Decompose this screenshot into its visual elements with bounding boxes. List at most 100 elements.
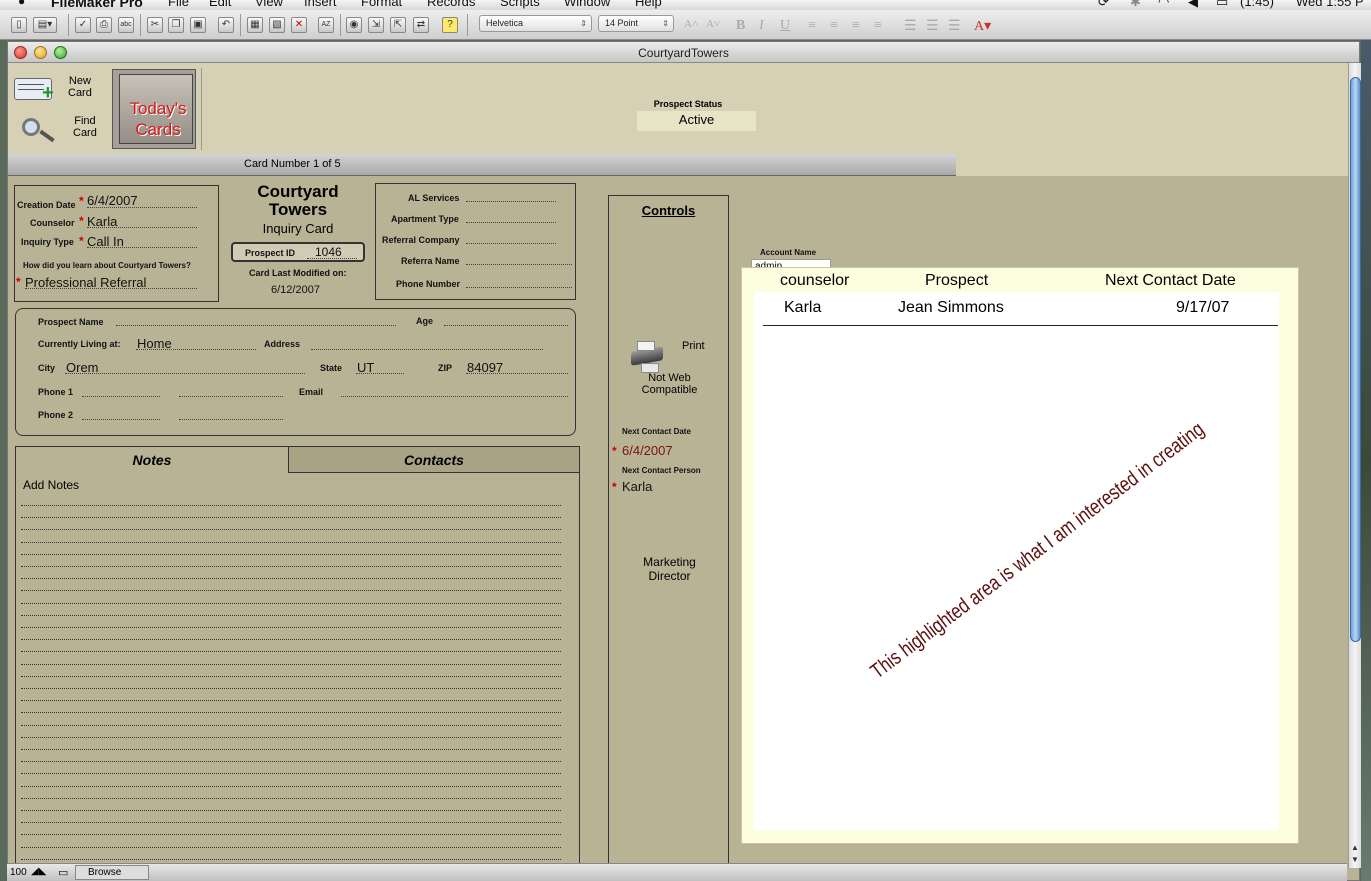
phone1-ext-field[interactable]: [179, 396, 283, 397]
zoom-icon[interactable]: ◢◣: [31, 866, 46, 877]
referral-company-field[interactable]: [466, 243, 556, 244]
creation-date-value[interactable]: 6/4/2007: [87, 193, 138, 208]
volume-icon[interactable]: ◀: [1188, 0, 1198, 10]
import-icon[interactable]: ⇲: [368, 17, 384, 33]
phone-number-field[interactable]: [466, 287, 572, 288]
prospect-id-field[interactable]: Prospect ID 1046: [231, 242, 365, 262]
app-menu[interactable]: FileMaker Pro: [51, 0, 143, 10]
menu-help[interactable]: Help: [635, 0, 662, 9]
mode-popup[interactable]: Browse: [75, 865, 149, 880]
new-card-icon[interactable]: +: [14, 76, 58, 103]
align-right-icon[interactable]: ≡: [852, 18, 860, 34]
bluetooth-icon[interactable]: ✱: [1130, 0, 1141, 10]
justify-icon[interactable]: ≡: [874, 18, 882, 34]
notes-rule-line: [21, 834, 561, 835]
menu-format[interactable]: Format: [361, 0, 402, 9]
copy-icon[interactable]: ❐: [168, 17, 184, 33]
numbered-list-icon[interactable]: ☰: [926, 18, 939, 35]
scrollbar-thumb[interactable]: [1350, 77, 1361, 642]
delete-record-icon[interactable]: ✕: [291, 17, 307, 33]
font-larger-icon[interactable]: A˄: [684, 18, 698, 30]
font-select[interactable]: Helvetica ⇕: [479, 15, 592, 32]
underline-icon[interactable]: U: [780, 18, 790, 34]
scroll-down-icon[interactable]: ▼: [1351, 855, 1359, 864]
learn-about-label: How did you learn about Courtyard Towers…: [23, 261, 191, 270]
zoom-level[interactable]: 100: [10, 867, 27, 878]
phone2-ext-field[interactable]: [179, 419, 283, 420]
new-record-icon[interactable]: ▦: [247, 17, 263, 33]
mode-label: Browse: [88, 867, 122, 878]
apartment-type-field[interactable]: [466, 222, 556, 223]
checkmark-icon[interactable]: ✓: [75, 17, 91, 33]
size-select[interactable]: 14 Point ⇕: [598, 15, 674, 32]
todays-cards-button[interactable]: Today's Cards: [112, 69, 196, 149]
referral-name-field[interactable]: [466, 264, 572, 265]
notes-rule-line: [21, 822, 561, 823]
duplicate-record-icon[interactable]: ▧: [269, 17, 285, 33]
spellcheck-icon[interactable]: abc: [118, 17, 134, 33]
menu-scripts[interactable]: Scripts: [500, 0, 540, 9]
menu-clock[interactable]: Wed 1:55 P: [1296, 0, 1364, 9]
find-card-icon[interactable]: [20, 116, 62, 143]
portal-row[interactable]: Karla Jean Simmons 9/17/07: [763, 297, 1278, 326]
print-icon[interactable]: ⎙: [96, 17, 112, 33]
find-icon[interactable]: ◉: [346, 17, 362, 33]
required-star-icon: *: [79, 214, 84, 228]
align-center-icon[interactable]: ≡: [830, 18, 838, 34]
share-icon[interactable]: ⇄: [413, 17, 429, 33]
menu-records[interactable]: Records: [427, 0, 475, 9]
find-card-button[interactable]: Find Card: [73, 115, 97, 139]
al-services-field[interactable]: [466, 201, 556, 202]
line-spacing-icon[interactable]: ☰: [904, 18, 917, 35]
prospect-name-field[interactable]: [116, 325, 396, 326]
scroll-up-icon[interactable]: ▲: [1351, 843, 1359, 852]
referral-info-box: AL Services Apartment Type Referral Comp…: [375, 183, 576, 300]
align-left-icon[interactable]: ≡: [808, 18, 816, 34]
menu-edit[interactable]: Edit: [209, 0, 231, 9]
notes-rule-line: [21, 639, 561, 640]
prospect-status-field[interactable]: Active: [637, 111, 756, 131]
referral-name-label: Referra Name: [401, 256, 460, 266]
print-label[interactable]: Print: [682, 340, 705, 352]
notes-rule-line: [21, 859, 561, 860]
menu-window[interactable]: Window: [564, 0, 610, 9]
battery-icon[interactable]: ▭: [1216, 0, 1228, 10]
account-name-label: Account Name: [760, 248, 817, 257]
wifi-icon[interactable]: ◠: [1158, 0, 1169, 10]
age-field[interactable]: [444, 325, 568, 326]
paste-icon[interactable]: ▣: [190, 17, 206, 33]
apple-menu-icon[interactable]: ●: [18, 0, 25, 8]
address-label: Address: [264, 339, 301, 349]
menu-view[interactable]: View: [255, 0, 283, 9]
notes-textarea[interactable]: [16, 447, 576, 877]
export-icon[interactable]: ⇱: [390, 17, 406, 33]
counselor-label: Counselor: [30, 218, 75, 228]
new-card-button[interactable]: New Card: [68, 75, 92, 99]
bullet-list-icon[interactable]: ☰: [948, 18, 961, 35]
address-field[interactable]: [311, 349, 543, 350]
undo-icon[interactable]: ↶: [218, 17, 234, 33]
required-star-icon: *: [16, 275, 21, 289]
cut-icon[interactable]: ✂: [147, 17, 163, 33]
menu-insert[interactable]: Insert: [304, 0, 337, 9]
bold-icon[interactable]: B: [736, 18, 745, 34]
phone1-field[interactable]: [82, 396, 160, 397]
help-icon[interactable]: ?: [442, 17, 458, 33]
next-contact-date-value[interactable]: 6/4/2007: [622, 443, 673, 458]
find-card-line1: Find: [74, 115, 96, 127]
italic-icon[interactable]: I: [759, 18, 764, 34]
sort-icon[interactable]: AZ: [318, 17, 334, 33]
phone2-field[interactable]: [82, 419, 160, 420]
open-file-icon[interactable]: ▤▾: [33, 17, 57, 33]
layout-toggle-icon[interactable]: ▭: [58, 866, 68, 879]
font-smaller-icon[interactable]: A˅: [706, 18, 720, 30]
printer-icon[interactable]: [627, 337, 669, 375]
text-color-icon[interactable]: A▾: [974, 18, 991, 35]
next-contact-person-value[interactable]: Karla: [622, 479, 652, 494]
email-field[interactable]: [341, 396, 568, 397]
new-file-icon[interactable]: ▯: [11, 17, 27, 33]
menu-file[interactable]: File: [168, 0, 189, 9]
sync-icon[interactable]: ⟳: [1098, 0, 1109, 10]
vertical-scrollbar[interactable]: ▲ ▼: [1348, 63, 1361, 868]
battery-time: (1:45): [1240, 0, 1274, 9]
